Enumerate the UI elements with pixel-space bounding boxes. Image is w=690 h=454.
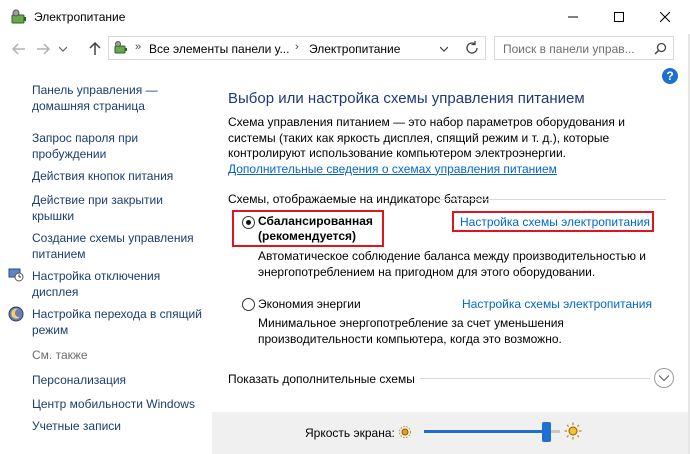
- balanced-plan-description: Автоматическое соблюдение баланса между …: [258, 249, 647, 279]
- sidebar-item-sleep[interactable]: Настройка перехода в спящий режим: [32, 306, 207, 338]
- sidebar-item-user-accounts[interactable]: Учетные записи: [32, 418, 207, 434]
- brightness-label: Яркость экрана:: [305, 426, 395, 440]
- title-bar: Электропитание: [0, 0, 690, 34]
- chevron-down-icon: [659, 375, 669, 381]
- clock-monitor-icon: [8, 268, 24, 282]
- power-saver-plan-name[interactable]: Экономия энергии: [258, 297, 361, 312]
- search-icon[interactable]: [654, 42, 667, 55]
- chevron-down-icon: [59, 46, 67, 52]
- sidebar-item-display-off[interactable]: Настройка отключения дисплея: [32, 268, 207, 300]
- moon-sleep-icon: [8, 306, 24, 322]
- address-bar[interactable]: » Все элементы панели у... › Электропита…: [108, 36, 486, 60]
- intro-description: Схема управления питанием — это набор па…: [228, 115, 625, 160]
- close-icon: [660, 12, 670, 22]
- intro-text: Схема управления питанием — это набор па…: [228, 115, 658, 177]
- sidebar-item-mobility-center[interactable]: Центр мобильности Windows: [32, 396, 207, 412]
- breadcrumb-separator: »: [135, 41, 142, 53]
- search-box[interactable]: Поиск в панели управ...: [494, 36, 674, 60]
- battery-control-panel-icon: [114, 41, 127, 54]
- sidebar-item-personalization[interactable]: Персонализация: [32, 372, 207, 388]
- see-also-heading: См. также: [32, 348, 88, 362]
- sun-bright-icon: [564, 422, 582, 440]
- sidebar-item-power-buttons[interactable]: Действия кнопок питания: [32, 168, 207, 184]
- close-button[interactable]: [642, 0, 688, 34]
- balanced-plan-radio[interactable]: [242, 216, 255, 229]
- back-arrow-icon: [12, 43, 25, 55]
- page-title: Выбор или настройка схемы управления пит…: [228, 90, 585, 107]
- search-input[interactable]: Поиск в панели управ...: [503, 42, 635, 56]
- minimize-button[interactable]: [550, 0, 596, 34]
- sun-dim-icon: [399, 426, 411, 438]
- balanced-plan-settings-link[interactable]: Настройка схемы электропитания: [460, 215, 650, 229]
- window-title: Электропитание: [34, 10, 126, 24]
- maximize-icon: [614, 12, 624, 22]
- brightness-slider-thumb[interactable]: [541, 422, 551, 442]
- sidebar: Панель управления — домашняя страница За…: [0, 66, 210, 454]
- show-more-plans-label[interactable]: Показать дополнительные схемы: [228, 372, 415, 386]
- minimize-icon: [568, 16, 578, 18]
- power-saver-plan-settings-link[interactable]: Настройка схемы электропитания: [462, 297, 652, 311]
- address-dropdown-button[interactable]: [439, 44, 449, 54]
- sidebar-item-wake-password[interactable]: Запрос пароля при пробуждении: [32, 130, 207, 162]
- more-info-link[interactable]: Дополнительные сведения о схемах управле…: [228, 162, 557, 176]
- brightness-slider-fill: [424, 430, 547, 433]
- maximize-button[interactable]: [596, 0, 642, 34]
- help-icon[interactable]: ?: [662, 68, 678, 84]
- battery-control-panel-icon: [11, 9, 26, 24]
- sidebar-item-lid-close[interactable]: Действие при закрытии крышки: [32, 192, 207, 224]
- sidebar-item-create-plan[interactable]: Создание схемы управления питанием: [32, 230, 207, 262]
- divider: [420, 378, 650, 379]
- balanced-plan-name[interactable]: Сбалансированная (рекомендуется): [258, 214, 382, 244]
- sidebar-item-home[interactable]: Панель управления — домашняя страница: [32, 82, 207, 114]
- forward-button[interactable]: [34, 40, 52, 58]
- chevron-down-icon: [439, 46, 449, 52]
- show-more-plans-button[interactable]: [654, 368, 674, 388]
- recent-locations-button[interactable]: [56, 40, 70, 58]
- refresh-icon[interactable]: [464, 40, 480, 56]
- up-button[interactable]: [86, 40, 104, 58]
- back-button[interactable]: [10, 40, 28, 58]
- brightness-bar: [212, 412, 690, 454]
- power-saver-plan-radio[interactable]: [242, 298, 255, 311]
- forward-arrow-icon: [37, 43, 50, 55]
- up-arrow-icon: [89, 42, 101, 55]
- divider: [436, 199, 666, 200]
- breadcrumb-item[interactable]: Все элементы панели у...: [149, 42, 289, 56]
- breadcrumb-item[interactable]: Электропитание: [309, 42, 400, 56]
- breadcrumb-separator: ›: [295, 41, 299, 53]
- power-saver-plan-description: Минимальное энергопотребление за счет ум…: [258, 316, 564, 346]
